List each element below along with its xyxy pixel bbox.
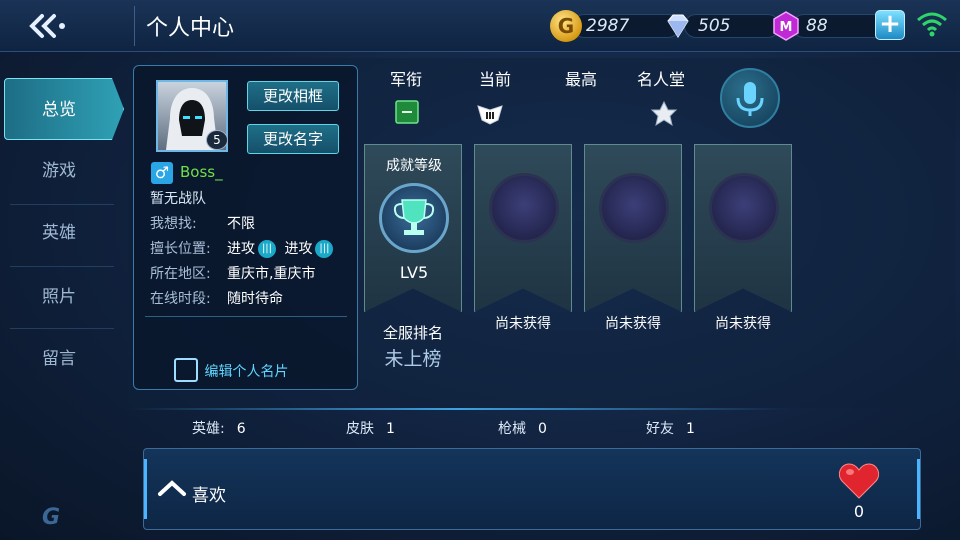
unearned-label: 尚未获得 <box>495 316 551 332</box>
game-logo-icon: G <box>42 505 61 530</box>
sidebar-item-overview[interactable]: 总览 <box>4 78 124 140</box>
rank-header-military: 军衔 <box>390 70 423 89</box>
looking-for-value: 不限 <box>227 216 255 232</box>
wifi-icon <box>917 12 947 37</box>
plus-icon: + <box>879 9 901 39</box>
unearned-label: 尚未获得 <box>715 316 771 332</box>
region-row: 所在地区: 重庆市,重庆市 <box>150 263 315 283</box>
achievement-slot-banner[interactable] <box>694 144 792 312</box>
looking-for-row: 我想找: 不限 <box>150 213 255 233</box>
add-currency-button[interactable]: + <box>875 10 905 40</box>
svg-text:M: M <box>780 20 793 35</box>
stat-weapons: 枪械 0 <box>498 418 547 438</box>
team-name: 暂无战队 <box>150 191 206 207</box>
stat-skins-label: 皮肤 <box>346 421 374 437</box>
sidebar-item-games[interactable]: 游戏 <box>4 140 124 202</box>
diamond-icon <box>667 14 689 38</box>
region-label: 所在地区: <box>150 266 211 282</box>
stat-heroes: 英雄: 6 <box>192 418 246 438</box>
chevron-up-icon[interactable] <box>157 478 187 498</box>
stat-skins-value: 1 <box>386 421 395 437</box>
heart-like-button[interactable] <box>838 462 880 500</box>
achievement-level-banner[interactable]: 成就等级 LV5 <box>364 144 462 312</box>
current-rank-icon <box>477 105 503 125</box>
stat-friends-label: 好友 <box>646 421 674 437</box>
sidebar-item-photos[interactable]: 照片 <box>4 266 124 328</box>
hall-of-fame-icon <box>650 100 678 127</box>
position-value-1: 进攻 <box>227 241 255 257</box>
stat-heroes-value: 6 <box>236 421 246 437</box>
sidebar-item-heroes[interactable]: 英雄 <box>4 202 124 264</box>
gold-coin-icon: G <box>550 10 582 42</box>
achievement-slot-banner[interactable] <box>474 144 572 312</box>
back-arrow-icon <box>29 14 65 38</box>
achievement-level-title: 成就等级 <box>386 158 442 174</box>
online-time-label: 在线时段: <box>150 291 211 307</box>
change-name-button[interactable]: 更改名字 <box>247 124 339 154</box>
server-rank-label: 全服排名 <box>382 324 443 342</box>
stat-friends-value: 1 <box>686 421 695 437</box>
online-time-value: 随时待命 <box>227 291 283 307</box>
edit-card-label: 编辑个人名片 <box>204 364 289 380</box>
page-title: 个人中心 <box>146 16 235 41</box>
attack-position-icon: ||| <box>258 240 276 258</box>
position-row: 擅长位置: 进攻 ||| 进攻 ||| <box>150 238 334 258</box>
position-value: 进攻 ||| 进攻 ||| <box>227 238 337 258</box>
diamond-value: 505 <box>698 16 731 36</box>
sidebar-item-messages[interactable]: 留言 <box>4 328 124 390</box>
attack-position-icon: ||| <box>315 240 334 258</box>
header-divider <box>134 6 135 46</box>
likes-panel[interactable] <box>143 448 921 530</box>
stat-skins: 皮肤 1 <box>346 418 395 438</box>
position-label: 擅长位置: <box>150 241 211 257</box>
empty-achievement-orb-icon <box>709 173 779 243</box>
achievement-level-value: LV5 <box>399 263 429 282</box>
online-time-row: 在线时段: 随时待命 <box>150 288 283 308</box>
gold-value: 2987 <box>586 16 630 36</box>
stat-heroes-label: 英雄: <box>192 421 225 437</box>
avatar-level-badge: 5 <box>206 130 228 150</box>
microphone-icon <box>736 82 764 116</box>
edit-profile-card-button[interactable]: 编辑个人名片 <box>174 358 289 384</box>
looking-for-label: 我想找: <box>150 216 197 232</box>
purple-gem-icon: M <box>773 11 799 41</box>
male-gender-icon: ♂ <box>151 162 173 184</box>
server-rank-value: 未上榜 <box>384 348 442 370</box>
likes-label: 喜欢 <box>192 486 226 506</box>
stat-friends: 好友 1 <box>646 418 695 438</box>
position-value-2: 进攻 <box>284 241 313 257</box>
stat-weapons-value: 0 <box>538 421 547 437</box>
military-rank-icon <box>395 100 419 124</box>
gold-currency: G 2987 <box>550 10 680 42</box>
region-value: 重庆市,重庆市 <box>227 266 316 282</box>
gem-value: 88 <box>806 16 828 36</box>
card-divider <box>145 316 347 317</box>
likes-count: 0 <box>853 502 865 521</box>
diamond-currency: 505 <box>662 10 780 42</box>
achievement-slot-banner[interactable] <box>584 144 682 312</box>
empty-achievement-orb-icon <box>489 173 559 243</box>
voice-button[interactable] <box>720 68 780 128</box>
player-name: Boss_ <box>180 163 223 181</box>
empty-achievement-orb-icon <box>599 173 669 243</box>
rank-header-hall-of-fame: 名人堂 <box>637 70 686 89</box>
stat-weapons-label: 枪械 <box>498 421 526 437</box>
rank-header-current: 当前 <box>479 70 512 89</box>
back-button[interactable] <box>28 8 88 44</box>
trophy-icon <box>379 183 449 253</box>
change-frame-button[interactable]: 更改相框 <box>247 81 339 111</box>
unearned-label: 尚未获得 <box>605 316 661 332</box>
edit-pen-icon <box>174 358 198 382</box>
rank-header-highest: 最高 <box>565 70 598 89</box>
gem-currency: M 88 <box>770 10 888 42</box>
